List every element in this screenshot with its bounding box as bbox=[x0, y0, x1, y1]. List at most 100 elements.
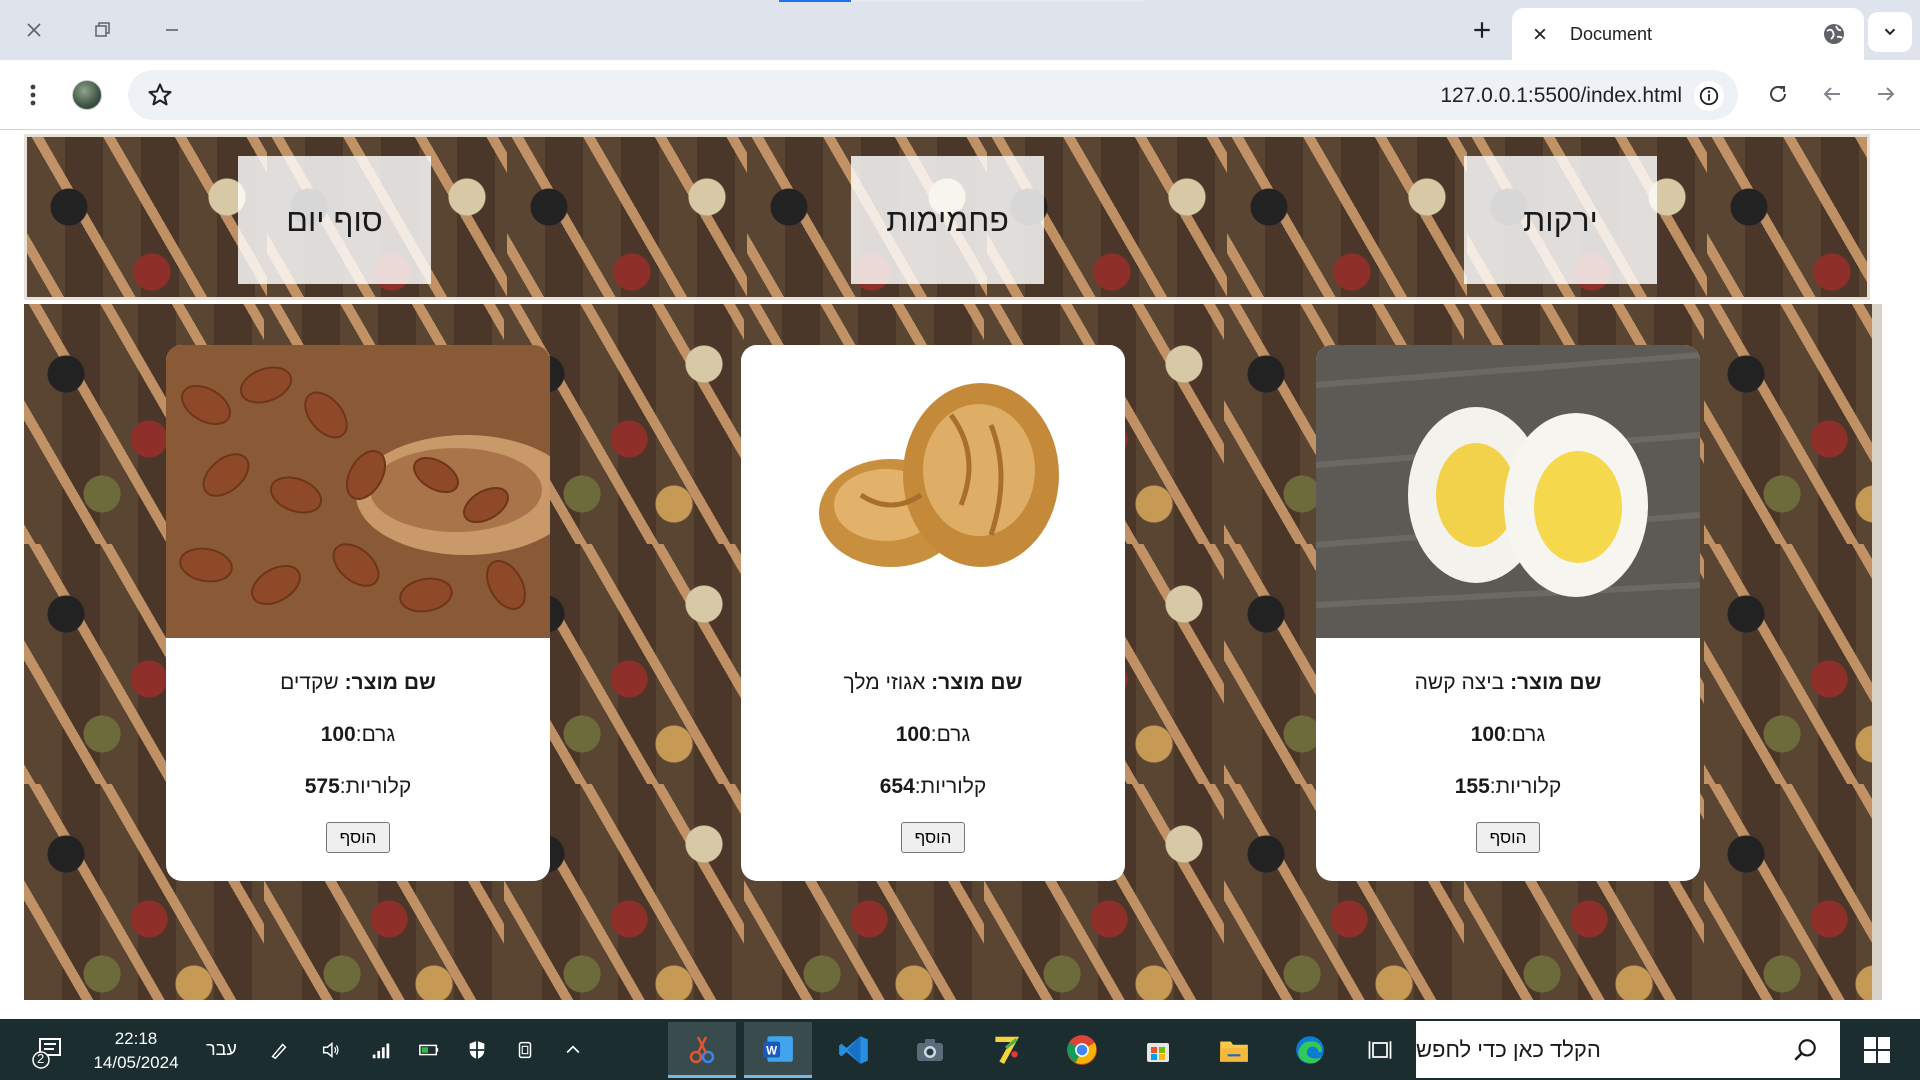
product-calories: קלוריות:155 bbox=[1316, 775, 1700, 799]
chrome-icon[interactable] bbox=[1048, 1022, 1116, 1078]
close-icon bbox=[1534, 28, 1546, 40]
edge-icon[interactable] bbox=[1276, 1022, 1344, 1078]
product-name-value: אגוזי מלך bbox=[843, 671, 926, 694]
windows-taskbar: 2 22:18 14/05/2024 עבר W הקלד כאן כדי לח… bbox=[0, 1019, 1920, 1080]
network-icon[interactable] bbox=[368, 1037, 394, 1063]
language-indicator[interactable]: עבר bbox=[206, 1039, 237, 1060]
tab-ghost bbox=[851, 0, 1144, 2]
product-name: שם מוצר: ביצה קשה bbox=[1316, 671, 1700, 695]
calories-value: 575 bbox=[304, 775, 340, 798]
clock[interactable]: 22:18 14/05/2024 bbox=[88, 1027, 184, 1075]
close-icon bbox=[27, 23, 41, 37]
tab-search-button[interactable] bbox=[1868, 12, 1912, 52]
taskbar-search-input[interactable]: הקלד כאן כדי לחפש bbox=[1416, 1021, 1840, 1078]
product-card: שם מוצר: שקדים גרם:100 קלוריות:575 הוסף bbox=[166, 345, 550, 881]
product-card: שם מוצר: אגוזי מלך גרם:100 קלוריות:654 ה… bbox=[741, 345, 1125, 881]
nav-item-carbs[interactable]: פחמימות bbox=[851, 156, 1044, 284]
notification-count: 2 bbox=[37, 1051, 45, 1066]
add-button[interactable]: הוסף bbox=[1476, 822, 1540, 853]
product-grams: גרם:100 bbox=[166, 723, 550, 747]
file-explorer-icon[interactable] bbox=[1200, 1022, 1268, 1078]
search-placeholder: הקלד כאן כדי לחפש bbox=[1416, 1036, 1601, 1062]
more-vert-icon bbox=[30, 84, 36, 106]
word-icon[interactable]: W bbox=[744, 1022, 812, 1078]
reload-icon bbox=[1770, 85, 1786, 102]
site-info-button[interactable] bbox=[1694, 81, 1724, 111]
product-grams: גרם:100 bbox=[1316, 723, 1700, 747]
pen-icon[interactable] bbox=[266, 1037, 292, 1063]
security-shield-icon[interactable] bbox=[464, 1037, 490, 1063]
address-bar[interactable]: 127.0.0.1:5500/index.html bbox=[128, 70, 1738, 120]
product-name-value: שקדים bbox=[280, 671, 339, 694]
calories-label: קלוריות: bbox=[914, 775, 987, 798]
url-text[interactable]: 127.0.0.1:5500/index.html bbox=[1440, 84, 1682, 108]
calories-value: 155 bbox=[1454, 775, 1490, 798]
snipping-tool-icon[interactable] bbox=[668, 1022, 736, 1078]
minimize-icon bbox=[166, 29, 178, 31]
new-tab-button[interactable] bbox=[1460, 10, 1504, 50]
task-view-icon[interactable] bbox=[1346, 1022, 1414, 1078]
battery-icon[interactable] bbox=[416, 1037, 442, 1063]
arrow-right-icon bbox=[1878, 87, 1895, 101]
forward-button[interactable] bbox=[1870, 78, 1902, 110]
minimize-window-button[interactable] bbox=[150, 12, 194, 48]
product-grams: גרם:100 bbox=[741, 723, 1125, 747]
grams-value: 100 bbox=[1470, 723, 1506, 746]
grams-label: גרם: bbox=[355, 723, 396, 746]
action-center-button[interactable]: 2 bbox=[32, 1035, 66, 1069]
reload-button[interactable] bbox=[1762, 78, 1794, 110]
info-icon bbox=[1699, 86, 1719, 106]
menu-button[interactable] bbox=[20, 80, 46, 110]
arrow-left-icon bbox=[1823, 87, 1840, 101]
store-icon[interactable] bbox=[1124, 1022, 1192, 1078]
product-name-label: שם מוצר: bbox=[931, 671, 1023, 694]
product-calories: קלוריות:654 bbox=[741, 775, 1125, 799]
restore-window-button[interactable] bbox=[80, 12, 124, 48]
product-name-value: ביצה קשה bbox=[1414, 671, 1505, 694]
start-windows-icon[interactable] bbox=[1864, 1037, 1890, 1063]
product-card: שם מוצר: ביצה קשה גרם:100 קלוריות:155 הו… bbox=[1316, 345, 1700, 881]
clock-date: 14/05/2024 bbox=[93, 1053, 179, 1072]
svg-text:W: W bbox=[766, 1044, 777, 1057]
bookmark-star-icon[interactable] bbox=[146, 81, 174, 109]
back-button[interactable] bbox=[1816, 78, 1848, 110]
nav-item-vegetables[interactable]: ירקות bbox=[1464, 156, 1657, 284]
paint-app-icon[interactable] bbox=[972, 1022, 1040, 1078]
product-calories: קלוריות:575 bbox=[166, 775, 550, 799]
vscode-icon[interactable] bbox=[820, 1022, 888, 1078]
product-name-label: שם מוצר: bbox=[344, 671, 436, 694]
product-image-egg bbox=[1316, 345, 1700, 638]
meet-now-icon[interactable] bbox=[512, 1037, 538, 1063]
product-name: שם מוצר: שקדים bbox=[166, 671, 550, 695]
globe-icon bbox=[1824, 24, 1844, 44]
product-name: שם מוצר: אגוזי מלך bbox=[741, 671, 1125, 695]
tab-indicator bbox=[779, 0, 851, 2]
category-nav: ירקות פחמימות סוף יום bbox=[24, 134, 1870, 300]
add-button[interactable]: הוסף bbox=[901, 822, 965, 853]
grams-value: 100 bbox=[895, 723, 931, 746]
camera-icon[interactable] bbox=[896, 1022, 964, 1078]
add-button[interactable]: הוסף bbox=[326, 822, 390, 853]
browser-toolbar: 127.0.0.1:5500/index.html bbox=[0, 60, 1920, 130]
tab-title: Document bbox=[1570, 23, 1653, 44]
search-icon bbox=[1794, 1039, 1816, 1061]
close-window-button[interactable] bbox=[12, 12, 56, 48]
chevron-up-icon[interactable] bbox=[560, 1037, 586, 1063]
calories-label: קלוריות: bbox=[1489, 775, 1562, 798]
active-tab[interactable]: Document bbox=[1512, 8, 1864, 60]
tab-close-button[interactable] bbox=[1530, 24, 1550, 44]
profile-avatar[interactable] bbox=[72, 80, 102, 110]
calories-value: 654 bbox=[879, 775, 915, 798]
volume-icon[interactable] bbox=[318, 1037, 344, 1063]
grams-label: גרם: bbox=[930, 723, 971, 746]
calories-label: קלוריות: bbox=[339, 775, 412, 798]
page-viewport: ירקות פחמימות סוף יום שם מוצר: ביצה קשה … bbox=[0, 131, 1920, 1019]
product-name-label: שם מוצר: bbox=[1510, 671, 1602, 694]
products-section: שם מוצר: ביצה קשה גרם:100 קלוריות:155 הו… bbox=[24, 304, 1882, 1000]
nav-item-end-of-day[interactable]: סוף יום bbox=[238, 156, 431, 284]
plus-icon bbox=[1474, 22, 1490, 38]
chevron-down-icon bbox=[1884, 28, 1896, 36]
product-image-almonds bbox=[166, 345, 550, 638]
tab-strip: Document bbox=[0, 0, 1920, 60]
grams-label: גרם: bbox=[1505, 723, 1546, 746]
